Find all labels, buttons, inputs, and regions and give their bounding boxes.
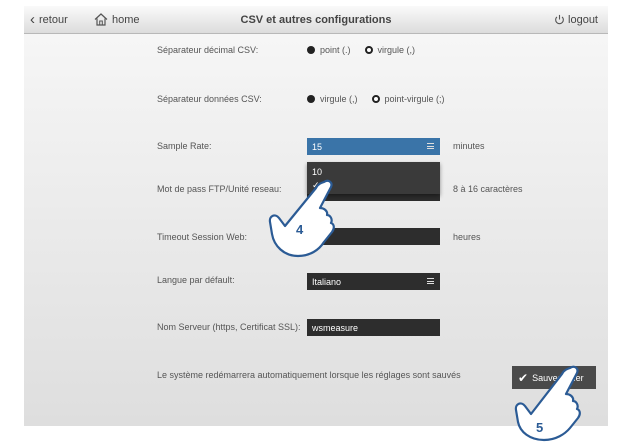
menu-icon <box>427 278 434 284</box>
server-name-field[interactable]: wsmeasure <box>307 319 440 336</box>
timeout-label: Timeout Session Web: <box>157 232 248 242</box>
radio-data-semicolon[interactable]: point-virgule (;) <box>371 94 445 104</box>
radio-selected-icon <box>307 46 315 54</box>
language-select[interactable]: Italiano <box>307 273 440 290</box>
sample-rate-value: 15 <box>312 141 323 152</box>
step-number: 4 <box>296 222 304 237</box>
step-number: 5 <box>536 420 543 435</box>
logout-label: logout <box>568 13 598 26</box>
radio-label: virgule (,) <box>320 94 358 104</box>
language-value: Italiano <box>312 276 342 287</box>
server-name-value: wsmeasure <box>312 322 359 333</box>
radio-unselected-icon <box>371 95 380 103</box>
radio-label: point-virgule (;) <box>384 94 445 104</box>
back-label: retour <box>39 13 68 26</box>
radio-data-comma[interactable]: virgule (,) <box>307 94 358 104</box>
language-label: Langue par défault: <box>157 275 235 285</box>
top-bar: ‹ retour home CSV et autres configuratio… <box>24 6 608 34</box>
power-icon <box>555 14 564 25</box>
radio-decimal-comma[interactable]: virgule (,) <box>364 45 416 55</box>
radio-selected-icon <box>307 95 315 103</box>
back-button[interactable]: ‹ retour <box>30 6 68 33</box>
logout-button[interactable]: logout <box>554 6 598 33</box>
ftp-password-label: Mot de pass FTP/Unité reseau: <box>157 184 282 194</box>
server-name-label: Nom Serveur (https, Certificat SSL): <box>157 322 301 332</box>
radio-decimal-point[interactable]: point (.) <box>307 45 351 55</box>
home-icon <box>94 13 108 26</box>
sample-rate-select[interactable]: 15 <box>307 138 440 155</box>
timeout-unit: heures <box>453 232 481 242</box>
radio-label: point (.) <box>320 45 351 55</box>
menu-icon <box>427 143 434 149</box>
pointer-hand-icon: 4 <box>268 179 335 258</box>
sample-rate-unit: minutes <box>453 141 485 151</box>
radio-label: virgule (,) <box>377 45 416 55</box>
restart-notice: Le système redémarrera automatiquement l… <box>157 370 461 380</box>
radio-unselected-icon <box>364 46 373 54</box>
decimal-separator-radios: point (.) virgule (,) <box>307 45 429 55</box>
data-separator-label: Séparateur données CSV: <box>157 94 262 104</box>
home-button[interactable]: home <box>94 6 140 33</box>
data-separator-radios: virgule (,) point-virgule (;) <box>307 94 459 104</box>
ftp-password-hint: 8 à 16 caractères <box>453 184 523 194</box>
pointer-hand-icon: 5 <box>514 365 581 442</box>
home-label: home <box>112 13 140 26</box>
sample-rate-label: Sample Rate: <box>157 141 212 151</box>
decimal-separator-label: Séparateur décimal CSV: <box>157 45 259 55</box>
chevron-left-icon: ‹ <box>30 11 35 28</box>
